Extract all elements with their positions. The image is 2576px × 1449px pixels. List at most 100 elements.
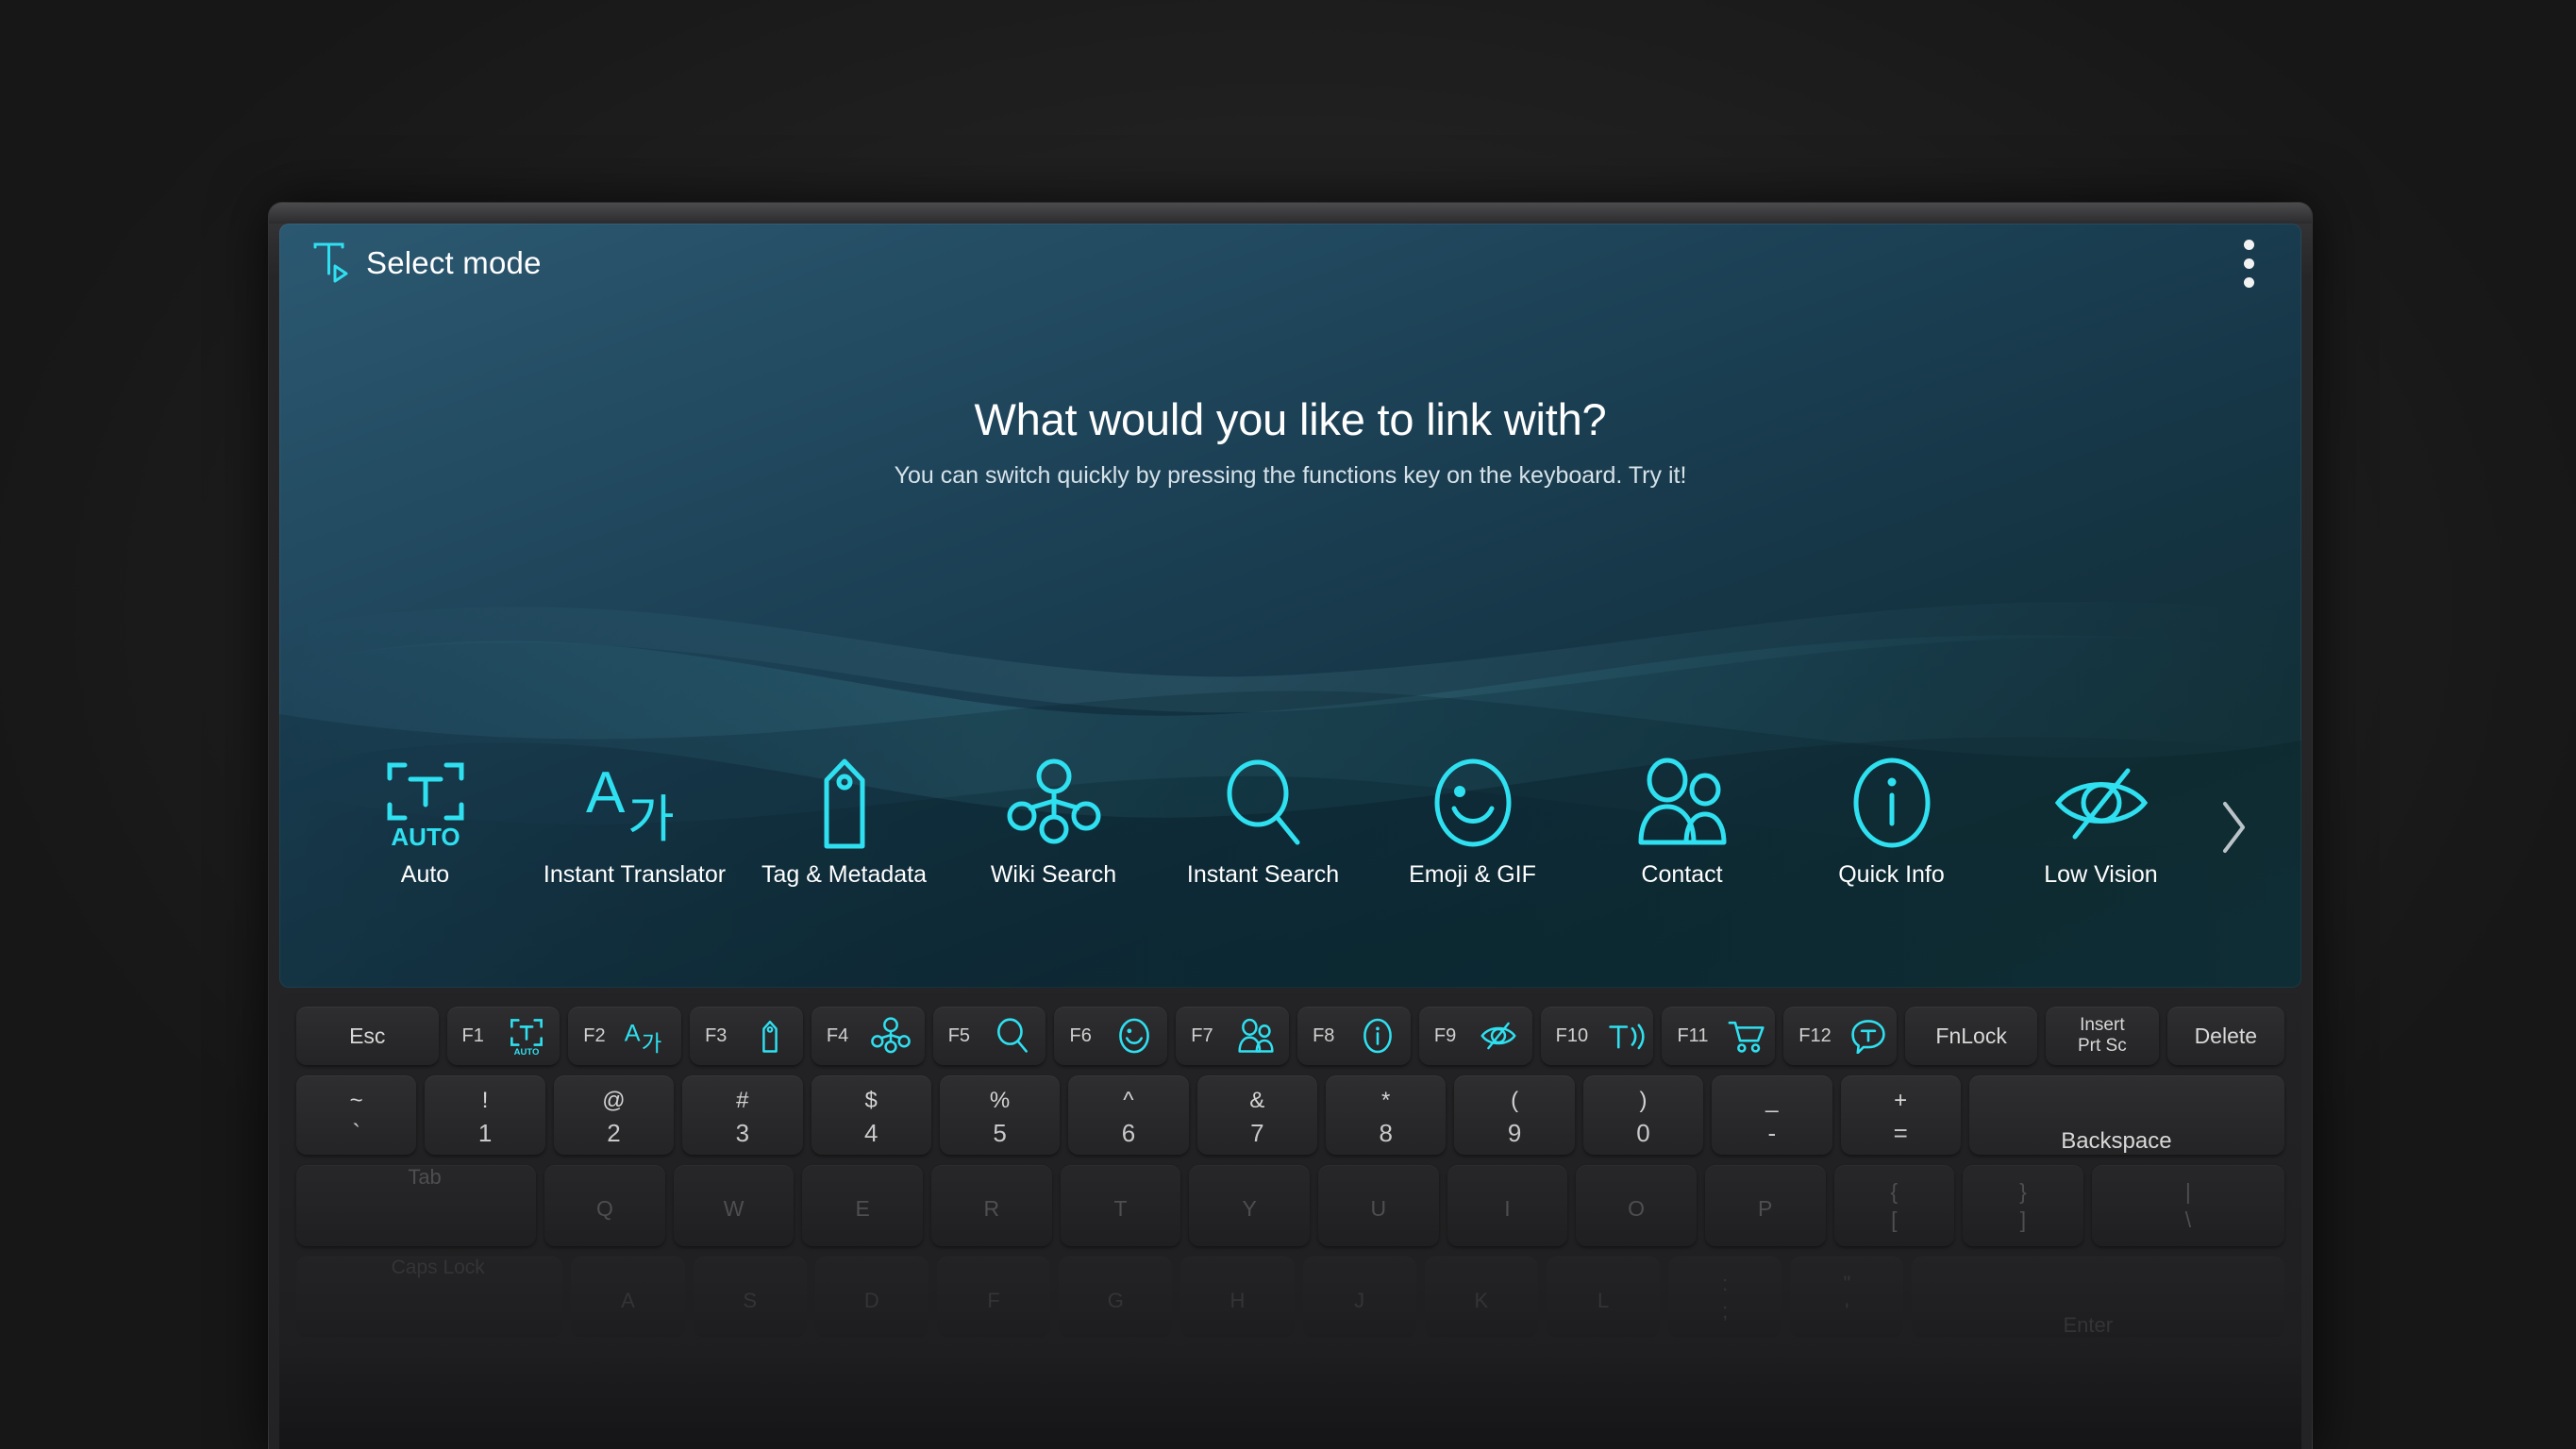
- chevron-right-icon[interactable]: [2206, 776, 2261, 878]
- key-a[interactable]: A: [571, 1257, 685, 1338]
- key-o[interactable]: O: [1576, 1165, 1697, 1246]
- key-f4[interactable]: F4: [811, 1007, 925, 1065]
- key-minus[interactable]: _ -: [1712, 1075, 1832, 1155]
- key-esc[interactable]: Esc: [296, 1007, 439, 1065]
- key-upper: #: [736, 1087, 749, 1113]
- key-backslash[interactable]: | \: [2091, 1165, 2285, 1246]
- key-f9[interactable]: F9: [1418, 1007, 1532, 1065]
- key-w[interactable]: W: [673, 1165, 795, 1246]
- mode-item-wiki-search[interactable]: Wiki Search: [949, 752, 1159, 889]
- key-caps-lock[interactable]: Caps Lock: [296, 1257, 563, 1338]
- key-fn-label: F6: [1069, 1024, 1092, 1046]
- mode-item-emoji-gif[interactable]: Emoji & GIF: [1368, 752, 1578, 889]
- key-label: D: [863, 1288, 879, 1312]
- key-bracket-left[interactable]: { [: [1833, 1165, 1955, 1246]
- key-f[interactable]: F: [936, 1257, 1051, 1338]
- key-s[interactable]: S: [693, 1257, 807, 1338]
- key-enter[interactable]: Enter: [1912, 1257, 2285, 1338]
- key-l[interactable]: L: [1546, 1257, 1661, 1338]
- key-delete[interactable]: Delete: [2166, 1007, 2285, 1065]
- key-y[interactable]: Y: [1189, 1165, 1310, 1246]
- key-8[interactable]: * 8: [1326, 1075, 1447, 1155]
- key-fn-label: F8: [1313, 1024, 1335, 1046]
- node-graph-icon: [858, 1017, 924, 1055]
- key-lower: -: [1767, 1118, 1777, 1147]
- key-tab[interactable]: Tab: [296, 1165, 537, 1246]
- key-4[interactable]: $ 4: [811, 1075, 931, 1155]
- key-6[interactable]: ^ 6: [1068, 1075, 1189, 1155]
- key-u[interactable]: U: [1317, 1165, 1439, 1246]
- key-0[interactable]: ) 0: [1582, 1075, 1704, 1155]
- key-fn-label: F2: [583, 1024, 606, 1046]
- key-3[interactable]: # 3: [682, 1075, 803, 1155]
- key-r[interactable]: R: [931, 1165, 1052, 1246]
- key-f7[interactable]: F7: [1176, 1007, 1290, 1065]
- key-p[interactable]: P: [1704, 1165, 1826, 1246]
- key-lower: `: [352, 1118, 361, 1147]
- key-label: O: [1628, 1196, 1646, 1221]
- key-f10[interactable]: F10: [1540, 1007, 1654, 1065]
- key-quote[interactable]: " ': [1790, 1257, 1904, 1338]
- key-upper: :: [1722, 1271, 1729, 1295]
- translate-a-ga-icon: A 가: [578, 752, 692, 854]
- key-label: T: [1113, 1196, 1128, 1221]
- key-lower: 9: [1507, 1118, 1522, 1147]
- kebab-dot: [2243, 276, 2254, 288]
- key-semicolon[interactable]: : ;: [1668, 1257, 1782, 1338]
- panel-headline: What would you like to link with?: [974, 394, 1607, 444]
- key-lower: ': [1845, 1298, 1849, 1323]
- mode-item-instant-search[interactable]: Instant Search: [1159, 752, 1368, 889]
- key-f6[interactable]: F6: [1054, 1007, 1168, 1065]
- key-k[interactable]: K: [1424, 1257, 1538, 1338]
- key-f11[interactable]: F11: [1662, 1007, 1776, 1065]
- key-equals[interactable]: + =: [1840, 1075, 1961, 1155]
- key-9[interactable]: ( 9: [1454, 1075, 1575, 1155]
- select-mode-panel: Select mode What would you like to link …: [279, 224, 2301, 988]
- key-1[interactable]: ! 1: [425, 1075, 545, 1155]
- magnifier-icon: [979, 1017, 1045, 1055]
- smiley-face-icon: [1428, 752, 1518, 854]
- key-bracket-right[interactable]: } ]: [1963, 1165, 2083, 1246]
- key-j[interactable]: J: [1302, 1257, 1416, 1338]
- key-upper: @: [602, 1087, 626, 1113]
- mode-item-contact[interactable]: Contact: [1578, 752, 1787, 889]
- key-fnlock[interactable]: FnLock: [1905, 1007, 2038, 1065]
- mode-item-low-vision[interactable]: Low Vision: [1997, 752, 2206, 889]
- key-h[interactable]: H: [1180, 1257, 1295, 1338]
- key-t[interactable]: T: [1060, 1165, 1181, 1246]
- key-f1[interactable]: F1 AUTO: [446, 1007, 560, 1065]
- keyboard-caps-row: Caps Lock A S D F G H J K L : ; " ' Ente…: [296, 1257, 2285, 1338]
- key-f8[interactable]: F8: [1297, 1007, 1411, 1065]
- key-label: U: [1370, 1196, 1387, 1221]
- key-e[interactable]: E: [802, 1165, 924, 1246]
- key-5[interactable]: % 5: [939, 1075, 1061, 1155]
- key-upper: ^: [1123, 1087, 1134, 1113]
- svg-text:가: 가: [627, 790, 675, 849]
- key-upper: _: [1765, 1087, 1779, 1113]
- key-f5[interactable]: F5: [932, 1007, 1046, 1065]
- mode-item-tag-metadata[interactable]: Tag & Metadata: [740, 752, 949, 889]
- key-q[interactable]: Q: [544, 1165, 665, 1246]
- key-7[interactable]: & 7: [1196, 1075, 1317, 1155]
- mode-item-instant-translator[interactable]: A 가 Instant Translator: [530, 752, 740, 889]
- key-fn-label: F12: [1798, 1024, 1832, 1046]
- key-insert-prtsc[interactable]: Insert Prt Sc: [2046, 1007, 2159, 1065]
- key-backspace[interactable]: Backspace: [1968, 1075, 2284, 1155]
- key-f2[interactable]: F2 A 가: [568, 1007, 682, 1065]
- key-backtick[interactable]: ~ `: [296, 1075, 417, 1155]
- node-graph-icon: [1007, 752, 1101, 854]
- key-upper: &: [1249, 1087, 1265, 1113]
- mode-item-auto[interactable]: AUTO Auto: [321, 752, 530, 889]
- key-fn-label: F7: [1191, 1024, 1213, 1046]
- key-i[interactable]: I: [1447, 1165, 1568, 1246]
- key-g[interactable]: G: [1059, 1257, 1173, 1338]
- key-label: Tab: [408, 1165, 442, 1189]
- eye-slash-icon: [2050, 752, 2152, 854]
- mode-item-quick-info[interactable]: Quick Info: [1787, 752, 1997, 889]
- key-f3[interactable]: F3: [690, 1007, 803, 1065]
- key-d[interactable]: D: [814, 1257, 928, 1338]
- key-2[interactable]: @ 2: [553, 1075, 675, 1155]
- kebab-menu-icon[interactable]: [2232, 237, 2266, 290]
- key-lower: 1: [477, 1118, 493, 1147]
- key-f12[interactable]: F12: [1783, 1007, 1898, 1065]
